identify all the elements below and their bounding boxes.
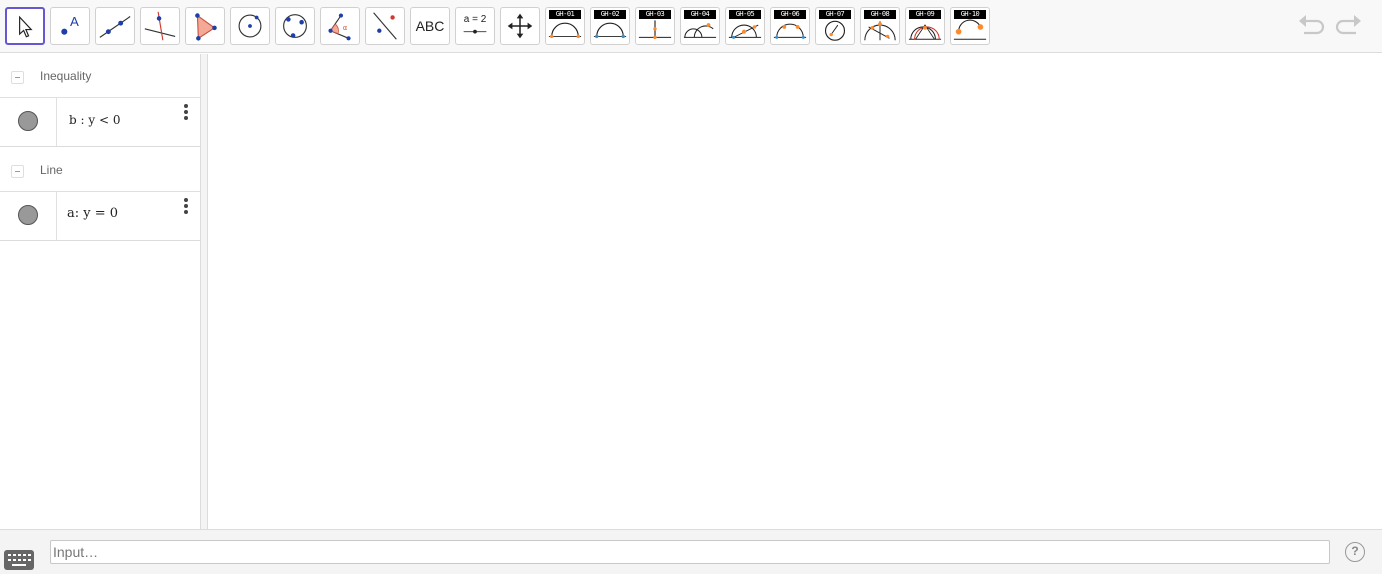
circle-three-points-icon bbox=[283, 14, 307, 38]
custom-tool-gh-08[interactable]: GH-08 bbox=[860, 7, 900, 45]
reflect-about-line-tool[interactable] bbox=[365, 7, 405, 45]
arc-between-points-icon bbox=[953, 19, 987, 40]
group-label: Inequality bbox=[40, 69, 92, 83]
cursor-arrow-icon bbox=[19, 15, 33, 38]
arcs-icon bbox=[683, 23, 717, 38]
move-graphics-view-tool[interactable] bbox=[500, 7, 540, 45]
angle-icon: α bbox=[328, 13, 351, 41]
point-icon: A bbox=[61, 14, 79, 35]
custom-tool-gh-07[interactable]: GH-07 bbox=[815, 7, 855, 45]
input-bar: ? bbox=[0, 529, 1382, 574]
point-tool[interactable]: A bbox=[50, 7, 90, 45]
algebra-view: Inequality b : y < 0 Line a: y = 0 bbox=[0, 54, 201, 529]
polygon-icon bbox=[195, 13, 217, 41]
marble-icon[interactable] bbox=[18, 111, 38, 131]
svg-text:A: A bbox=[70, 14, 79, 29]
custom-tool-gh-04[interactable]: GH-04 bbox=[680, 7, 720, 45]
move-tool[interactable] bbox=[5, 7, 45, 45]
polygon-tool[interactable] bbox=[185, 7, 225, 45]
arc-points-icon bbox=[864, 21, 896, 41]
help-icon[interactable]: ? bbox=[1345, 542, 1365, 562]
text-tool-label: ABC bbox=[415, 18, 445, 34]
text-tool[interactable]: ABC bbox=[410, 7, 450, 45]
more-options-icon[interactable] bbox=[180, 198, 192, 218]
algebra-item-b[interactable]: b : y < 0 bbox=[0, 98, 200, 147]
circle-three-points-tool[interactable] bbox=[275, 7, 315, 45]
intersecting-arcs-icon bbox=[908, 24, 942, 40]
line-tool[interactable] bbox=[95, 7, 135, 45]
group-label: Line bbox=[40, 163, 63, 177]
custom-tool-gh-02[interactable]: GH-02 bbox=[590, 7, 630, 45]
visibility-toggle[interactable] bbox=[0, 98, 57, 146]
perpendicular-line-tool[interactable] bbox=[140, 7, 180, 45]
custom-tool-gh-09[interactable]: GH-09 bbox=[905, 7, 945, 45]
angle-tool[interactable]: α bbox=[320, 7, 360, 45]
custom-tool-gh-05[interactable]: GH-05 bbox=[725, 7, 765, 45]
undo-button[interactable] bbox=[1296, 12, 1326, 40]
collapse-icon[interactable] bbox=[11, 71, 24, 84]
group-header-inequality[interactable]: Inequality bbox=[0, 54, 200, 98]
custom-tool-gh-06[interactable]: GH-06 bbox=[770, 7, 810, 45]
custom-tool-gh-03[interactable]: GH-03 bbox=[635, 7, 675, 45]
more-options-icon[interactable] bbox=[180, 104, 192, 124]
marble-icon[interactable] bbox=[18, 205, 38, 225]
keyboard-icon[interactable] bbox=[4, 550, 34, 570]
semicircle-points-icon bbox=[773, 23, 807, 39]
circle-radius-icon bbox=[824, 20, 846, 41]
circle-center-icon bbox=[238, 14, 262, 38]
reflect-icon bbox=[373, 12, 397, 40]
move-arrows-icon bbox=[507, 13, 533, 39]
slider-tool[interactable]: a = 2 bbox=[455, 7, 495, 45]
redo-icon bbox=[1335, 15, 1361, 35]
semicircle-points-icon bbox=[728, 24, 762, 39]
custom-tool-gh-01[interactable]: GH-01 bbox=[545, 7, 585, 45]
svg-text:α: α bbox=[343, 24, 348, 32]
group-header-line[interactable]: Line bbox=[0, 148, 200, 192]
custom-tool-gh-10[interactable]: GH-10 bbox=[950, 7, 990, 45]
slider-icon bbox=[463, 29, 487, 34]
perpendicular-icon bbox=[638, 20, 672, 40]
semicircle-icon bbox=[548, 22, 582, 39]
algebra-item-text[interactable]: b : y < 0 bbox=[69, 113, 120, 127]
collapse-icon[interactable] bbox=[11, 165, 24, 178]
circle-center-point-tool[interactable] bbox=[230, 7, 270, 45]
algebra-item-a[interactable]: a: y = 0 bbox=[0, 192, 200, 241]
line-through-points-icon bbox=[99, 16, 131, 38]
perpendicular-line-icon bbox=[144, 11, 176, 41]
visibility-toggle[interactable] bbox=[0, 192, 57, 240]
undo-icon bbox=[1299, 15, 1325, 35]
algebra-item-text[interactable]: a: y = 0 bbox=[67, 206, 118, 221]
toolbar: A α ABC a = 2 GH-01 GH-02 GH-03 GH-04 GH… bbox=[0, 0, 1382, 53]
redo-button[interactable] bbox=[1334, 12, 1364, 40]
graphics-view[interactable] bbox=[209, 54, 1382, 529]
input-field[interactable] bbox=[50, 540, 1330, 564]
semicircle-icon bbox=[593, 22, 627, 39]
panel-splitter[interactable] bbox=[201, 54, 208, 529]
geogebra-app: A α ABC a = 2 GH-01 GH-02 GH-03 GH-04 GH… bbox=[0, 0, 1382, 574]
